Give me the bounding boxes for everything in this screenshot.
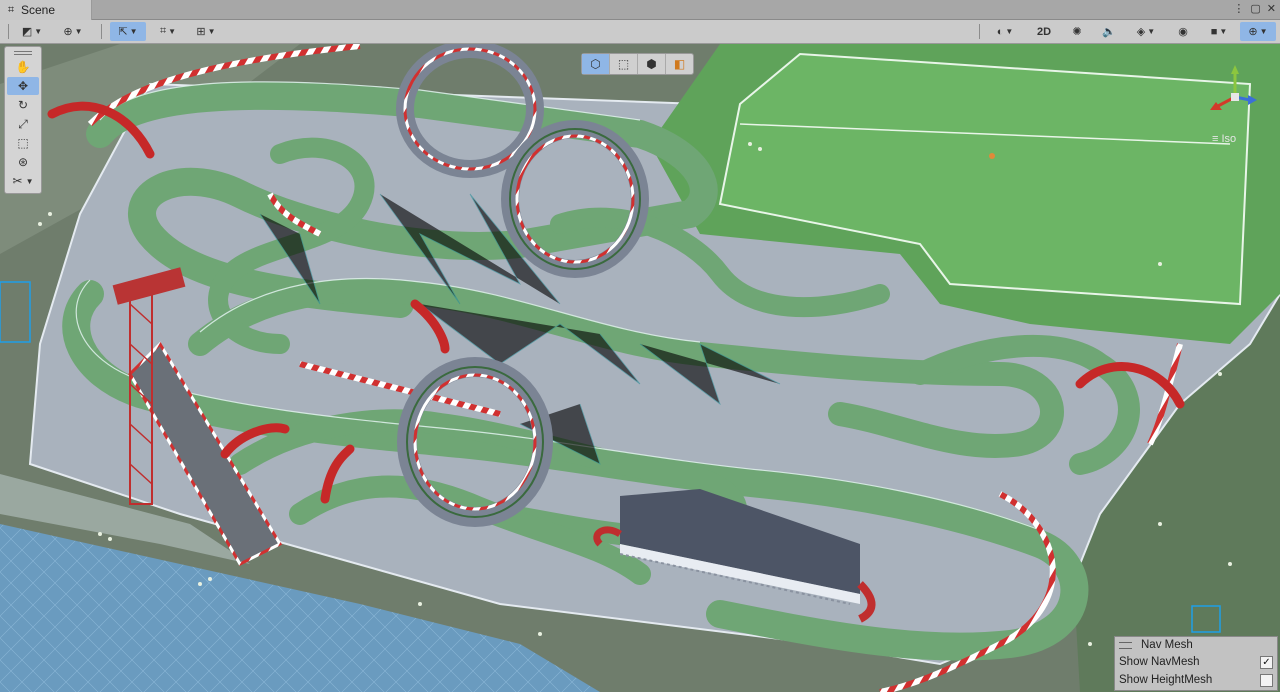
- chevron-down-icon: ▼: [207, 27, 216, 36]
- audio-toggle[interactable]: 🔈: [1096, 22, 1122, 41]
- transform-tool[interactable]: ⊛: [7, 153, 39, 171]
- eye-slash-icon: ◉: [1178, 26, 1188, 38]
- scene-tab[interactable]: ⌗ Scene: [0, 0, 92, 20]
- toolbar-grip: [8, 24, 9, 39]
- scale-tool[interactable]: ⤢: [7, 115, 39, 133]
- globe-icon: ⊕: [63, 26, 73, 38]
- custom-tools-icon: ✂: [12, 174, 23, 188]
- effects-dropdown[interactable]: ◈ ▼: [1128, 22, 1164, 41]
- tab-bar: ⌗ Scene ⋮ ▢ ✕: [0, 0, 1280, 20]
- show-navmesh-checkbox[interactable]: ✓: [1260, 655, 1273, 669]
- orientation-gizmo[interactable]: [1200, 62, 1270, 132]
- chevron-down-icon: ▼: [25, 176, 34, 186]
- pivot-toggle[interactable]: ⇱ ▼: [110, 22, 146, 41]
- show-heightmesh-checkbox[interactable]: [1260, 673, 1273, 687]
- sphere-icon: ◐: [996, 25, 1004, 38]
- close-icon[interactable]: ✕: [1267, 2, 1276, 15]
- pivot-icon: ⇱: [118, 26, 128, 38]
- grid-snap-icon: ⌗: [159, 25, 167, 37]
- grid-icon: ⌗: [7, 3, 15, 16]
- layers-icon: ◈: [1136, 26, 1146, 38]
- toolbar-separator: [101, 24, 102, 39]
- rotate-tool[interactable]: ↻: [7, 96, 39, 114]
- chevron-down-icon: ▼: [34, 27, 43, 36]
- navmesh-panel-title: Nav Mesh: [1141, 639, 1193, 651]
- drag-handle-icon: [1119, 641, 1132, 649]
- scene-toolbar: ◩ ▼ ⊕ ▼ ⇱ ▼ ⌗ ▼ ⊞ ▼ ◐ ▼ 2D ✺ 🔈 ◈ ▼ ◉ ■ ▼ ⊕ ▼: [0, 20, 1280, 44]
- orange-cube-icon: ◧: [673, 57, 686, 71]
- draw-mode-icon: ◩: [21, 26, 33, 38]
- shading-mode-dropdown[interactable]: ◐ ▼: [986, 22, 1024, 41]
- grid-snapping-dropdown[interactable]: ⌗ ▼: [150, 22, 186, 41]
- show-heightmesh-label: Show HeightMesh: [1119, 674, 1213, 686]
- 2d-label: 2D: [1036, 25, 1052, 38]
- scene-render[interactable]: [0, 44, 1280, 692]
- more-options-icon[interactable]: ⋮: [1233, 2, 1244, 15]
- ruler-icon: ⊞: [196, 26, 206, 38]
- chevron-down-icon: ▼: [129, 27, 138, 36]
- hand-tool[interactable]: ✋: [7, 58, 39, 76]
- chevron-down-icon: ▼: [1005, 27, 1014, 36]
- scene-tab-label: Scene: [21, 3, 56, 17]
- rect-tool[interactable]: ⬚: [7, 134, 39, 152]
- chevron-down-icon: ▼: [168, 27, 177, 36]
- camera-icon: ■: [1210, 25, 1218, 38]
- chevron-down-icon: ▼: [1219, 27, 1228, 36]
- field-center-spot: [989, 153, 995, 159]
- box-icon: ⬢: [646, 57, 657, 71]
- navmesh-panel: Nav Mesh Show NavMesh ✓ Show HeightMesh: [1114, 636, 1278, 691]
- lighting-toggle[interactable]: ✺: [1064, 22, 1090, 41]
- scale-icon: ⤢: [18, 116, 28, 131]
- navmesh-tool-rect[interactable]: ⬚: [610, 54, 638, 74]
- move-tool[interactable]: ✥: [7, 77, 39, 95]
- projection-label[interactable]: ≡ Iso: [1212, 133, 1236, 145]
- y-axis-cone[interactable]: [1231, 65, 1239, 74]
- show-navmesh-row[interactable]: Show NavMesh ✓: [1115, 653, 1277, 671]
- lightbulb-icon: ✺: [1072, 26, 1082, 38]
- draw-mode-dropdown[interactable]: ◩ ▼: [14, 22, 50, 41]
- navmesh-panel-header[interactable]: Nav Mesh: [1115, 637, 1277, 653]
- chevron-down-icon: ▼: [74, 27, 83, 36]
- rect-icon: ⬚: [17, 136, 29, 150]
- palette-grip[interactable]: [5, 49, 41, 57]
- camera-dropdown[interactable]: ■ ▼: [1202, 22, 1236, 41]
- custom-tool[interactable]: ✂ ▼: [7, 172, 39, 190]
- visibility-toggle[interactable]: ◉: [1170, 22, 1196, 41]
- rotate-icon: ↻: [17, 98, 29, 112]
- gizmos-dropdown[interactable]: ⊕ ▼: [1240, 22, 1276, 41]
- global-local-dropdown[interactable]: ⊕ ▼: [55, 22, 91, 41]
- scene-viewport[interactable]: [0, 44, 1280, 692]
- gizmo-center[interactable]: [1231, 93, 1239, 101]
- speaker-icon: 🔈: [1102, 26, 1116, 38]
- gizmo-globe-icon: ⊕: [1248, 26, 1258, 38]
- move-icon: ✥: [17, 79, 29, 93]
- toolbar-separator: [979, 24, 980, 39]
- show-navmesh-label: Show NavMesh: [1119, 656, 1200, 668]
- z-axis-cone[interactable]: [1248, 95, 1257, 105]
- transform-icon: ⊛: [17, 155, 29, 169]
- chevron-down-icon: ▼: [1147, 27, 1156, 36]
- navmesh-tool-cube[interactable]: ⬡: [582, 54, 610, 74]
- hand-icon: ✋: [15, 60, 31, 74]
- maximize-icon[interactable]: ▢: [1250, 2, 1260, 15]
- navmesh-tool-orange[interactable]: ◧: [666, 54, 693, 74]
- cube-outline-icon: ⬡: [590, 57, 601, 71]
- 2d-toggle[interactable]: 2D: [1030, 22, 1058, 41]
- tool-palette: ✋ ✥ ↻ ⤢ ⬚ ⊛ ✂ ▼: [4, 46, 42, 194]
- navmesh-tool-box[interactable]: ⬢: [638, 54, 666, 74]
- chevron-down-icon: ▼: [1259, 27, 1268, 36]
- navmesh-overlay-tools: ⬡ ⬚ ⬢ ◧: [581, 53, 694, 75]
- window-buttons: ⋮ ▢ ✕: [1233, 2, 1276, 15]
- projection-label-text: Iso: [1221, 133, 1237, 145]
- rect-select-icon: ⬚: [617, 57, 630, 71]
- increment-snapping-dropdown[interactable]: ⊞ ▼: [188, 22, 224, 41]
- show-heightmesh-row[interactable]: Show HeightMesh: [1115, 671, 1277, 689]
